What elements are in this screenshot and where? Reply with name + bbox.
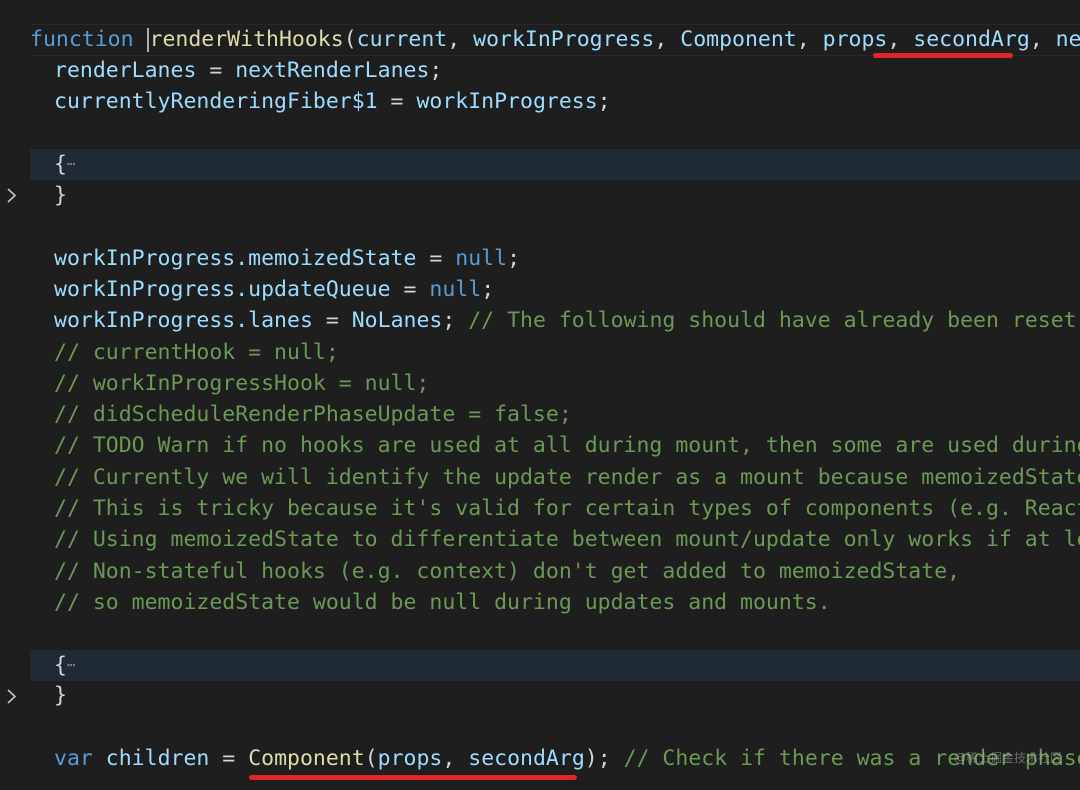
- operator: =: [196, 58, 236, 83]
- watermark: @稀土掘金技术社区: [953, 751, 1062, 765]
- var-next-render-lanes: nextRenderLanes: [235, 58, 430, 83]
- code-line-18[interactable]: // Non-stateful hooks (e.g. context) don…: [0, 556, 1080, 587]
- code-line-10-text: workInProgress.lanes = NoLanes; // The f…: [54, 305, 1077, 336]
- keyword-function: function: [30, 27, 134, 52]
- separator: ,: [654, 27, 681, 52]
- var-no-lanes: NoLanes: [351, 308, 443, 333]
- code-comment: // TODO Warn if no hooks are used at all…: [54, 433, 1080, 458]
- code-line-1[interactable]: function renderWithHooks(current, workIn…: [0, 24, 1080, 55]
- separator: ,: [796, 27, 823, 52]
- param-current: current: [356, 27, 448, 52]
- param-props: props: [822, 27, 888, 52]
- param-second-arg: secondArg: [913, 27, 1030, 52]
- code-line-13[interactable]: // didScheduleRenderPhaseUpdate = false;: [0, 399, 1080, 430]
- arg-second-arg: secondArg: [468, 746, 585, 771]
- code-editor[interactable]: function renderWithHooks(current, workIn…: [0, 0, 1080, 790]
- code-line-2-text: renderLanes = nextRenderLanes;: [54, 55, 442, 86]
- code-line-24-text: var children = Component(props, secondAr…: [54, 743, 1080, 774]
- code-line-19[interactable]: // so memoizedState would be null during…: [0, 587, 1080, 618]
- code-line-9[interactable]: workInProgress.updateQueue = null;: [0, 274, 1080, 305]
- brace-close: }: [54, 683, 67, 708]
- code-line-3[interactable]: currentlyRenderingFiber$1 = workInProgre…: [0, 86, 1080, 117]
- brace-close: }: [54, 183, 67, 208]
- code-comment: // Non-stateful hooks (e.g. context) don…: [54, 559, 961, 584]
- prop-memoized-state: .memoizedState: [235, 246, 417, 271]
- code-line-21-text: {⋯: [54, 650, 75, 682]
- param-work-in-progress: workInProgress: [473, 27, 655, 52]
- var-children: children: [92, 746, 210, 771]
- param-next-render-lanes: nextRenderLanes: [1055, 27, 1080, 52]
- code-line-22[interactable]: }: [0, 680, 1080, 711]
- var-work-in-progress: workInProgress: [416, 89, 598, 114]
- code-line-16[interactable]: // This is tricky because it's valid for…: [0, 493, 1080, 524]
- fold-ellipsis-icon[interactable]: ⋯: [67, 658, 75, 674]
- semicolon: ;: [442, 308, 469, 333]
- semicolon: ;: [507, 246, 521, 271]
- code-line-5[interactable]: {⋯: [0, 149, 1080, 203]
- code-line-6[interactable]: }: [0, 180, 1080, 211]
- paren-close: );: [584, 746, 611, 771]
- fold-ellipsis-icon[interactable]: ⋯: [67, 157, 75, 173]
- code-line-2[interactable]: renderLanes = nextRenderLanes;: [0, 55, 1080, 86]
- code-comment: // didScheduleRenderPhaseUpdate = false;: [54, 402, 572, 427]
- code-comment: // Using memoizedState to differentiate …: [54, 527, 1080, 552]
- code-comment: // The following should have already bee…: [468, 308, 1077, 333]
- code-line-10[interactable]: workInProgress.lanes = NoLanes; // The f…: [0, 305, 1080, 336]
- keyword-var: var: [54, 746, 93, 771]
- call-component: Component: [248, 746, 365, 771]
- var-render-lanes: renderLanes: [54, 58, 197, 83]
- code-line-5-text: {⋯: [54, 149, 75, 181]
- code-comment: // This is tricky because it's valid for…: [54, 496, 1080, 521]
- var-currently-rendering-fiber: currentlyRenderingFiber$1: [54, 89, 378, 114]
- separator: ,: [887, 27, 914, 52]
- separator: ,: [442, 746, 469, 771]
- code-line-8[interactable]: workInProgress.memoizedState = null;: [0, 243, 1080, 274]
- function-name: renderWithHooks: [149, 27, 344, 52]
- semicolon: ;: [481, 277, 495, 302]
- code-line-24[interactable]: var children = Component(props, secondAr…: [0, 743, 1080, 774]
- semicolon: ;: [429, 58, 443, 83]
- code-line-11[interactable]: // currentHook = null;: [0, 337, 1080, 368]
- separator: ,: [1029, 27, 1056, 52]
- text-caret: [146, 28, 149, 52]
- code-comment: // workInProgressHook = null;: [54, 371, 430, 396]
- operator: =: [390, 277, 430, 302]
- paren-open: (: [343, 27, 357, 52]
- operator: =: [312, 308, 352, 333]
- code-line-21[interactable]: {⋯: [0, 650, 1080, 704]
- paren-open: (: [364, 746, 378, 771]
- code-line-14[interactable]: // TODO Warn if no hooks are used at all…: [0, 430, 1080, 461]
- literal-null: null: [429, 277, 482, 302]
- semicolon: ;: [597, 89, 611, 114]
- var-work-in-progress: workInProgress: [54, 277, 236, 302]
- code-line-22-text: }: [54, 680, 67, 711]
- var-work-in-progress: workInProgress: [54, 246, 236, 271]
- operator: =: [416, 246, 456, 271]
- brace-open: {: [54, 653, 67, 678]
- code-comment: // Currently we will identify the update…: [54, 465, 1080, 490]
- code-line-1-text: function renderWithHooks(current, workIn…: [30, 24, 1080, 55]
- param-component: Component: [680, 27, 797, 52]
- code-line-9-text: workInProgress.updateQueue = null;: [54, 274, 494, 305]
- code-line-3-text: currentlyRenderingFiber$1 = workInProgre…: [54, 86, 611, 117]
- code-line-17[interactable]: // Using memoizedState to differentiate …: [0, 524, 1080, 555]
- code-comment: // currentHook = null;: [54, 340, 339, 365]
- arg-props: props: [377, 746, 443, 771]
- operator: =: [377, 89, 417, 114]
- operator: =: [209, 746, 249, 771]
- code-line-8-text: workInProgress.memoizedState = null;: [54, 243, 520, 274]
- separator: ,: [447, 27, 474, 52]
- code-line-12[interactable]: // workInProgressHook = null;: [0, 368, 1080, 399]
- code-comment: // so memoizedState would be null during…: [54, 590, 831, 615]
- prop-update-queue: .updateQueue: [235, 277, 391, 302]
- code-line-15[interactable]: // Currently we will identify the update…: [0, 462, 1080, 493]
- brace-open: {: [54, 152, 67, 177]
- prop-lanes: .lanes: [235, 308, 313, 333]
- var-work-in-progress: workInProgress: [54, 308, 236, 333]
- literal-null: null: [455, 246, 508, 271]
- highlight-underline-component-call: [249, 775, 577, 780]
- code-line-6-text: }: [54, 180, 67, 211]
